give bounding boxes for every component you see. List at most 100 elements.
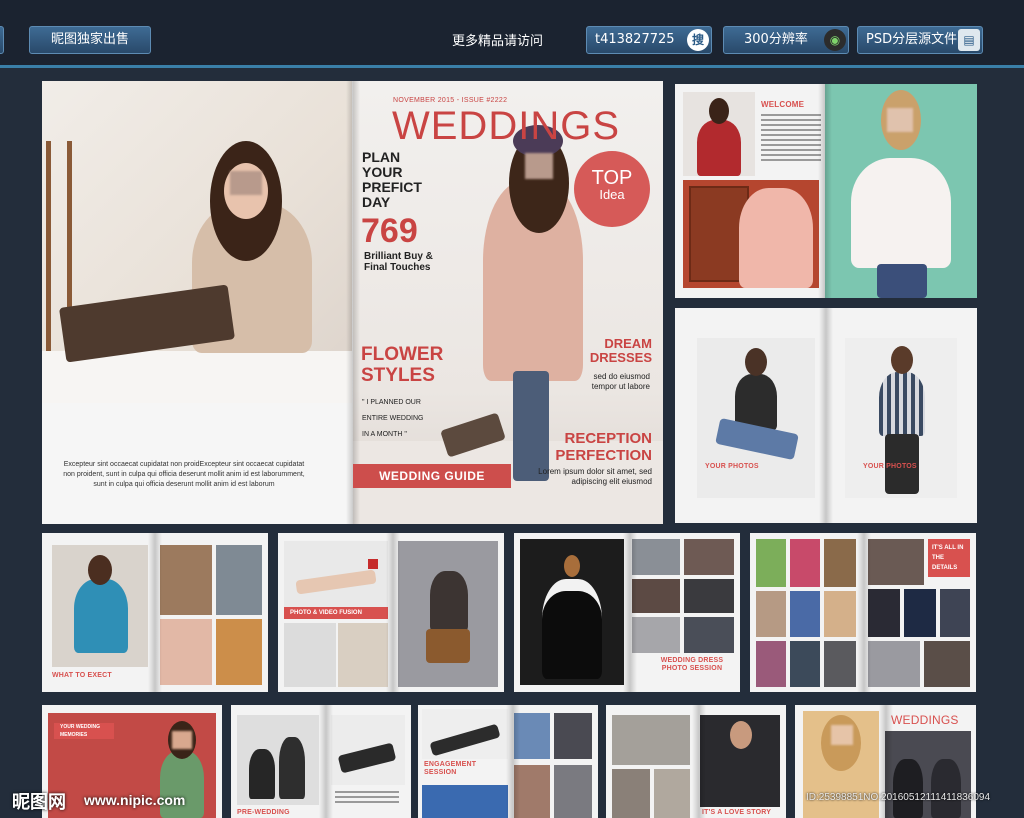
- exclusive-sale-button[interactable]: [0, 26, 4, 54]
- resolution-button[interactable]: 300分辨率 ◉: [723, 26, 849, 54]
- details-grid-4: [756, 591, 786, 637]
- resolution-text: 300分辨率: [744, 32, 808, 47]
- cover-flower-styles: FLOWER STYLES: [361, 344, 444, 386]
- mannequin-head: [564, 555, 580, 577]
- visit-more-link[interactable]: 更多精品请访问: [452, 30, 543, 49]
- red-jacket: [697, 120, 741, 176]
- welcome-heading: WELCOME: [761, 100, 805, 109]
- quote-line-3: IN A MONTH ": [362, 431, 407, 438]
- teal-face-mosaic: [887, 108, 913, 132]
- photo-video-fusion-spread: PHOTO & VIDEO FUSION: [278, 533, 504, 692]
- engagement-grid-2: [554, 713, 592, 759]
- welcome-text-lines: [761, 114, 821, 164]
- engagement-caption-2: SESSION: [424, 769, 457, 776]
- session-grid-4: [684, 579, 734, 613]
- details-grid-10: [868, 539, 924, 585]
- nipic-url[interactable]: www.nipic.com: [84, 792, 185, 808]
- engagement-model: [429, 723, 501, 757]
- groom-figure: [893, 759, 923, 818]
- cover-number-sub: Brilliant Buy & Final Touches: [364, 251, 433, 273]
- main-magazine-spread: Excepteur sint occaecat cupidatat non pr…: [42, 81, 663, 524]
- left-page-photo: [42, 81, 352, 403]
- love-story-fold: [692, 705, 706, 818]
- cover-face-mosaic: [525, 153, 553, 179]
- city-walk-photo-2: [654, 769, 690, 818]
- details-grid-9: [824, 641, 856, 687]
- details-grid-15: [924, 641, 970, 687]
- details-grid-11: [868, 589, 900, 637]
- details-spread: IT'S ALL IN THE DETAILS: [750, 533, 976, 692]
- engagement-fold: [506, 705, 520, 818]
- details-grid-5: [790, 591, 820, 637]
- details-grid-13: [940, 589, 970, 637]
- wedding-dress-session-spread: WEDDING DRESS PHOTO SESSION: [514, 533, 740, 692]
- red-heels: [368, 559, 378, 569]
- leather-head: [745, 348, 767, 376]
- details-grid-6: [824, 591, 856, 637]
- cover-reception-sub: Lorem ipsum dolor sit amet, sed adipisci…: [538, 467, 652, 486]
- psd-source-text: PSD分层源文件: [866, 32, 958, 47]
- engagement-spread: ENGAGEMENT SESSION: [418, 705, 598, 818]
- search-icon: 搜: [687, 29, 709, 51]
- blue-cardigan-head: [88, 555, 112, 585]
- black-suit: [542, 579, 602, 679]
- cover-number: 769: [361, 212, 418, 250]
- details-grid-2: [790, 539, 820, 587]
- engagement-grid-4: [554, 765, 592, 818]
- what-to-expect-fold: [148, 533, 162, 692]
- pre-wedding-fold: [319, 705, 333, 818]
- exclusive-sale-label-button[interactable]: 昵图独家出售: [29, 26, 151, 54]
- cover-top-idea-badge: TOP Idea: [574, 151, 650, 227]
- city-walk-photo-1: [612, 769, 650, 818]
- face-mosaic: [230, 171, 262, 195]
- spread-fold: [346, 81, 360, 524]
- teal-model-photo: [825, 84, 977, 298]
- search-id-button[interactable]: t413827725 搜: [586, 26, 712, 54]
- pre-wedding-spread: PRE-WEDDING: [231, 705, 411, 818]
- teal-model-jeans: [877, 264, 927, 298]
- left-page-body-text: Excepteur sint occaecat cupidatat non pr…: [63, 461, 305, 488]
- cover-wedding-guide-banner: WEDDING GUIDE: [353, 464, 511, 488]
- your-photos-spread: YOUR PHOTOS YOUR PHOTOS: [675, 308, 977, 523]
- cover-issue-date: NOVEMBER 2015 - ISSUE #2222: [393, 97, 508, 104]
- session-grid-2: [684, 539, 734, 575]
- crouch-model-photo: [284, 623, 336, 687]
- what-to-expect-caption: WHAT TO EXECT: [52, 672, 112, 679]
- details-grid-7: [756, 641, 786, 687]
- cover-reception: RECEPTION PERFECTION: [555, 430, 652, 464]
- details-grid-8: [790, 641, 820, 687]
- love-story-spread: IT'S A LOVE STORY: [606, 705, 786, 818]
- grid-photo-3: [160, 619, 212, 685]
- black-suit-photo: [520, 539, 624, 685]
- top-bar: 昵图独家出售 更多精品请访问 t413827725 搜 300分辨率 ◉ PSD…: [0, 0, 1024, 68]
- white-top: [851, 158, 951, 268]
- door-pink-top-photo: [683, 180, 819, 288]
- handbag-model-photo: [398, 541, 498, 687]
- your-photos-fold: [819, 308, 833, 523]
- details-grid-1: [756, 539, 786, 587]
- love-story-caption: IT'S A LOVE STORY: [702, 809, 772, 816]
- handbag-model-coat: [430, 571, 468, 631]
- seated-model: [337, 742, 397, 774]
- details-bar: IT'S ALL IN THE DETAILS: [928, 539, 970, 577]
- suit-figure-1: [249, 749, 275, 799]
- grid-photo-4: [216, 619, 262, 685]
- man-in-suit-head: [730, 721, 752, 749]
- welcome-spread: WELCOME: [675, 84, 977, 298]
- leather-jacket-photo: [697, 338, 815, 498]
- cover-quote: " I PLANNED OUR ENTIRE WEDDING IN A MONT…: [362, 395, 452, 443]
- bride-face-mosaic: [831, 725, 853, 745]
- psd-source-button[interactable]: PSD分层源文件 ▤: [857, 26, 983, 54]
- search-id-text: t413827725: [595, 32, 675, 47]
- cover-title: WEDDINGS: [392, 104, 620, 148]
- leopard-bag: [426, 629, 470, 663]
- grid-photo-1: [160, 545, 212, 615]
- what-to-expect-spread: WHAT TO EXECT: [42, 533, 268, 692]
- quote-line-2: ENTIRE WEDDING: [362, 415, 424, 422]
- cover-dream-dresses: DREAM DRESSES: [589, 336, 652, 365]
- weddings-title: WEDDINGS: [891, 713, 959, 727]
- reclining-model: [295, 569, 377, 595]
- badge-top-text: TOP: [591, 167, 633, 189]
- details-grid-12: [904, 589, 936, 637]
- details-grid-3: [824, 539, 856, 587]
